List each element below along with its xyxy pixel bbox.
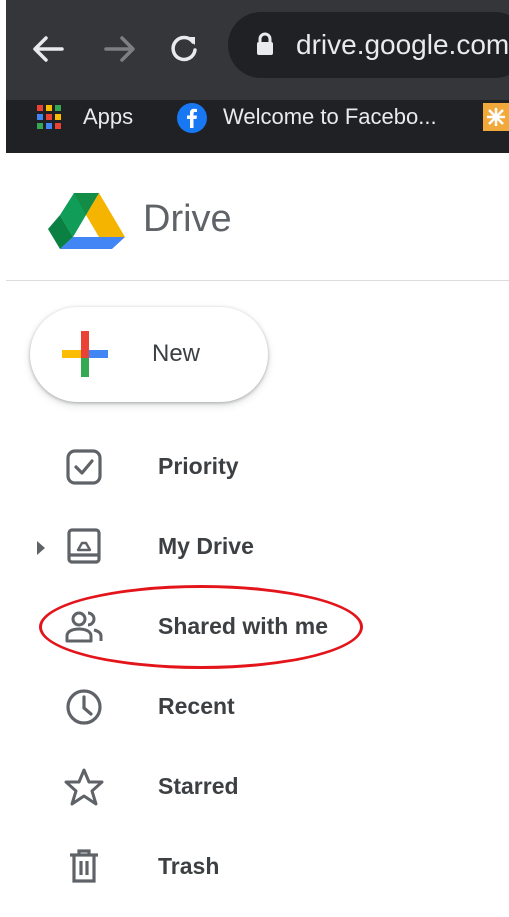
nav-label-my-drive: My Drive bbox=[158, 533, 254, 559]
back-arrow-icon[interactable] bbox=[32, 35, 64, 63]
priority-icon bbox=[66, 449, 102, 485]
bookmark-facebook[interactable]: Welcome to Facebo... bbox=[223, 106, 437, 128]
recent-clock-icon bbox=[66, 689, 102, 725]
highlight-ellipse bbox=[39, 585, 363, 669]
forward-arrow-icon[interactable] bbox=[104, 35, 136, 63]
nav-item-priority[interactable]: Priority bbox=[40, 443, 340, 491]
plus-icon bbox=[62, 331, 108, 377]
reload-icon[interactable] bbox=[169, 33, 199, 63]
sun-favicon-icon bbox=[487, 108, 505, 126]
browser-chrome: drive.google.com/ Apps Welcome to Facebo… bbox=[6, 0, 509, 153]
lock-icon bbox=[257, 32, 273, 55]
nav-label-recent: Recent bbox=[158, 693, 235, 719]
nav-item-starred[interactable]: Starred bbox=[40, 763, 340, 811]
nav-item-recent[interactable]: Recent bbox=[40, 683, 340, 731]
header-divider bbox=[6, 280, 509, 281]
nav-label-starred: Starred bbox=[158, 773, 239, 799]
google-drive-logo[interactable] bbox=[48, 193, 125, 249]
browser-toolbar: drive.google.com/ bbox=[6, 0, 509, 100]
bookmark-favicon[interactable] bbox=[483, 103, 509, 131]
my-drive-icon bbox=[67, 528, 101, 564]
url-text: drive.google.com/ bbox=[296, 29, 509, 60]
facebook-icon bbox=[177, 103, 207, 133]
apps-grid-icon[interactable] bbox=[37, 105, 61, 129]
nav-item-trash[interactable]: Trash bbox=[40, 843, 340, 891]
trash-icon bbox=[70, 849, 98, 883]
nav-label-trash: Trash bbox=[158, 853, 220, 879]
nav-label-priority: Priority bbox=[158, 453, 239, 479]
star-icon bbox=[64, 768, 104, 806]
address-bar[interactable]: drive.google.com/ bbox=[228, 12, 509, 78]
new-button-label: New bbox=[152, 340, 201, 367]
nav-item-my-drive[interactable]: My Drive bbox=[40, 523, 340, 571]
bookmark-apps[interactable]: Apps bbox=[83, 106, 133, 128]
drive-title: Drive bbox=[143, 198, 232, 240]
